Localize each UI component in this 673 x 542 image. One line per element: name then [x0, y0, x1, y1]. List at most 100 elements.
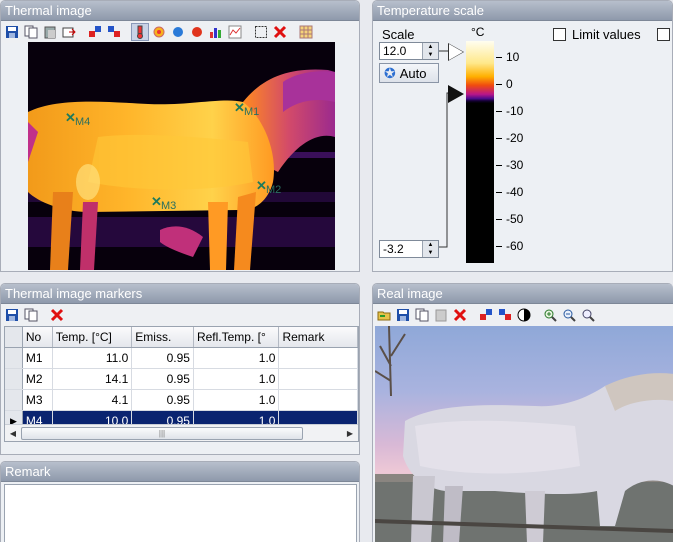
cell-no[interactable]: M1	[23, 348, 53, 368]
thermal-image-canvas[interactable]: ✕ M1 ✕ M2 ✕ M3 ✕ M4	[28, 42, 335, 270]
auto-button-label: Auto	[399, 65, 427, 81]
spot-marker-icon[interactable]	[150, 23, 168, 41]
cell-no[interactable]: M3	[23, 390, 53, 410]
spin-up-icon[interactable]: ▲	[423, 43, 438, 51]
thermal-image-panel: Thermal image ✕ M1 ✕ M2 ✕ M3 ✕ M4	[0, 0, 360, 272]
zoom-in-icon[interactable]	[541, 306, 559, 324]
cell-emiss[interactable]: 0.95	[132, 390, 194, 410]
real-image-panel: Real image	[372, 283, 673, 542]
cell-temp[interactable]: 11.0	[53, 348, 133, 368]
column-header[interactable]: No	[23, 327, 53, 347]
cell-remark[interactable]	[279, 348, 358, 368]
marker-m1[interactable]: ✕ M1	[234, 100, 259, 118]
unit-label: °C	[471, 25, 485, 39]
table-row[interactable]: M2 14.1 0.95 1.0	[5, 369, 358, 390]
thermal-image-markers-panel: Thermal image markers No Temp. [°C] Emis…	[0, 283, 360, 455]
cell-refl-temp[interactable]: 1.0	[194, 348, 280, 368]
marker-m3[interactable]: ✕ M3	[151, 194, 176, 212]
paste-icon[interactable]	[41, 23, 59, 41]
marker-m2[interactable]: ✕ M2	[256, 178, 281, 196]
panel-title: Temperature scale	[373, 1, 672, 21]
histogram-icon[interactable]	[207, 23, 225, 41]
scale-max-value[interactable]: 12.0	[380, 43, 422, 59]
palette-icon[interactable]	[297, 23, 315, 41]
table-row[interactable]: M1 11.0 0.95 1.0	[5, 348, 358, 369]
spin-down-icon[interactable]: ▼	[423, 51, 438, 59]
tick-label: 10	[496, 50, 519, 64]
save-icon[interactable]	[394, 306, 412, 324]
column-header[interactable]: Emiss.	[132, 327, 194, 347]
contrast-icon[interactable]	[515, 306, 533, 324]
export-icon[interactable]	[60, 23, 78, 41]
panel-title: Thermal image markers	[1, 284, 359, 304]
copy-icon[interactable]	[22, 306, 40, 324]
min-handle-icon[interactable]	[448, 85, 464, 103]
extra-checkbox[interactable]	[657, 28, 670, 41]
spin-up-icon[interactable]: ▲	[423, 241, 438, 249]
row-selector[interactable]	[5, 369, 23, 389]
scale-min-value[interactable]: -3.2	[380, 241, 422, 257]
column-header[interactable]: Refl.Temp. [°	[194, 327, 280, 347]
real-image-toolbar	[373, 304, 673, 326]
rotate-left-icon[interactable]	[477, 306, 495, 324]
spin-down-icon[interactable]: ▼	[423, 249, 438, 257]
select-area-icon[interactable]	[252, 23, 270, 41]
scale-max-spinner[interactable]: 12.0 ▲ ▼	[379, 42, 439, 60]
limit-values-checkbox[interactable]: Limit values	[553, 27, 641, 42]
cell-refl-temp[interactable]: 1.0	[194, 390, 280, 410]
scrollbar-thumb[interactable]: |||	[21, 426, 303, 440]
zoom-out-icon[interactable]	[560, 306, 578, 324]
table-row[interactable]: M3 4.1 0.95 1.0	[5, 390, 358, 411]
scroll-left-icon[interactable]: ◀	[5, 429, 21, 438]
horizontal-scrollbar[interactable]: ◀ ||| ▶	[5, 424, 358, 441]
scale-label: Scale	[382, 27, 415, 42]
tick-label: -10	[496, 104, 523, 118]
rotate-left-icon[interactable]	[86, 23, 104, 41]
column-header[interactable]: Temp. [°C]	[53, 327, 133, 347]
max-handle-icon[interactable]	[449, 44, 463, 60]
cell-no[interactable]: M2	[23, 369, 53, 389]
scale-ticks: 10 0 -10 -20 -30 -40 -50 -60	[496, 41, 536, 263]
profile-icon[interactable]	[226, 23, 244, 41]
zoom-fit-icon[interactable]	[579, 306, 597, 324]
copy-icon[interactable]	[22, 23, 40, 41]
remark-textarea[interactable]	[4, 484, 357, 542]
cell-emiss[interactable]: 0.95	[132, 369, 194, 389]
thermometer-icon[interactable]	[131, 23, 149, 41]
row-selector[interactable]	[5, 348, 23, 368]
cell-temp[interactable]: 4.1	[53, 390, 133, 410]
cell-emiss[interactable]: 0.95	[132, 348, 194, 368]
open-folder-icon[interactable]	[375, 306, 393, 324]
copy-icon[interactable]	[413, 306, 431, 324]
save-icon[interactable]	[3, 306, 21, 324]
scale-min-spinner[interactable]: -3.2 ▲ ▼	[379, 240, 439, 258]
delete-icon[interactable]	[48, 306, 66, 324]
delete-icon[interactable]	[451, 306, 469, 324]
auto-button[interactable]: ✪ Auto	[379, 63, 439, 83]
column-header[interactable]: Remark	[279, 327, 358, 347]
tick-label: -20	[496, 131, 523, 145]
row-selector[interactable]	[5, 390, 23, 410]
temperature-scale-panel: Temperature scale Scale 12.0 ▲ ▼ ✪ Auto -…	[372, 0, 673, 272]
tick-label: 0	[496, 77, 513, 91]
panel-title: Thermal image	[1, 1, 359, 21]
scroll-right-icon[interactable]: ▶	[342, 429, 358, 438]
cold-spot-icon[interactable]	[169, 23, 187, 41]
marker-m4[interactable]: ✕ M4	[65, 110, 90, 128]
cell-temp[interactable]: 14.1	[53, 369, 133, 389]
tick-label: -50	[496, 212, 523, 226]
delete-icon[interactable]	[271, 23, 289, 41]
cell-refl-temp[interactable]: 1.0	[194, 369, 280, 389]
paste-icon[interactable]	[432, 306, 450, 324]
scale-connector-lines	[439, 50, 451, 248]
save-icon[interactable]	[3, 23, 21, 41]
real-image-canvas[interactable]	[375, 326, 673, 542]
cell-remark[interactable]	[279, 369, 358, 389]
rotate-right-icon[interactable]	[496, 306, 514, 324]
limit-values-label: Limit values	[572, 27, 641, 42]
cell-remark[interactable]	[279, 390, 358, 410]
hot-spot-icon[interactable]	[188, 23, 206, 41]
thermal-horse-image	[28, 42, 335, 270]
rotate-right-icon[interactable]	[105, 23, 123, 41]
checkbox-box[interactable]	[553, 28, 566, 41]
